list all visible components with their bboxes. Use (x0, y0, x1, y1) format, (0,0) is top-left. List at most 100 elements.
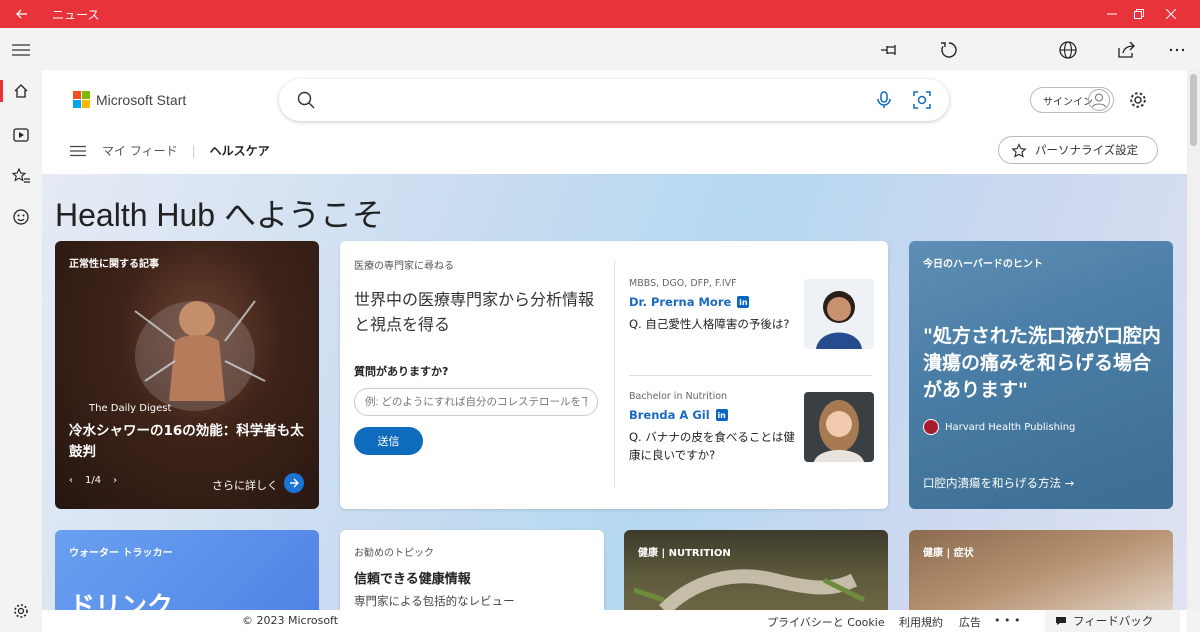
send-button[interactable]: 送信 (354, 427, 423, 455)
title-bar: ニュース (0, 0, 1200, 28)
water-tracker-card[interactable]: ウォーター トラッカー ドリンク (55, 530, 319, 610)
refresh-icon (941, 42, 957, 58)
linkedin-icon[interactable]: in (715, 409, 728, 421)
minimize-icon (1107, 13, 1117, 15)
nav-healthcare[interactable]: ヘルスケア (210, 142, 270, 159)
moon-icon (1007, 43, 1014, 57)
harvard-quote: "処方された洗口液が口腔内潰瘍の痛みを和らげる場合があります" (923, 325, 1161, 401)
back-button[interactable] (0, 0, 44, 28)
topics-label: お勧めのトピック (354, 548, 434, 559)
nav-divider: | (191, 143, 196, 158)
refresh-button[interactable] (937, 38, 961, 62)
chevron-right-icon[interactable]: › (113, 475, 117, 486)
linkedin-icon[interactable]: in (737, 296, 750, 308)
water-big-label: ドリンク (69, 592, 174, 610)
expert-credentials: MBBS, DGO, DFP, F.IVF (629, 278, 737, 289)
featured-next-button[interactable] (284, 473, 304, 493)
divider (614, 261, 615, 487)
ellipsis-icon (1169, 48, 1185, 52)
settings-gear-icon[interactable] (1129, 91, 1147, 109)
expert-question[interactable]: Q. バナナの皮を食べることは健康に良いですか? (629, 428, 804, 464)
topics-card[interactable]: お勧めのトピック 信頼できる健康情報 専門家による包括的なレビュー (340, 530, 604, 610)
featured-more-link[interactable]: さらに詳しく (212, 477, 278, 493)
expert-2[interactable]: Bachelor in Nutrition Brenda A Gil in Q. … (629, 391, 804, 464)
window-title: ニュース (52, 8, 100, 22)
topics-sub: 専門家による包括的なレビュー (354, 594, 515, 608)
site-header: Microsoft Start サインイン マイ フィード | ヘルスケア パー… (42, 70, 1187, 174)
microsoft-start-logo[interactable]: Microsoft Start (73, 91, 186, 108)
expert-credentials: Bachelor in Nutrition (629, 391, 728, 402)
nav-my-feed[interactable]: マイ フィード (102, 142, 178, 159)
brand-name: Microsoft Start (96, 91, 187, 108)
hamburger-menu-button[interactable] (9, 38, 33, 62)
arrow-right-icon (290, 478, 299, 488)
smiley-icon (13, 209, 29, 225)
ask-label: 医療の専門家に尋ねる (354, 261, 454, 272)
menu-icon (12, 44, 30, 56)
symptoms-card[interactable]: 健康 | 症状 (909, 530, 1173, 610)
left-rail (0, 70, 42, 632)
visual-search-icon[interactable] (913, 91, 931, 109)
gear-icon (14, 604, 28, 618)
chevron-left-icon[interactable]: ‹ (69, 475, 73, 486)
ads-link[interactable]: 広告 (959, 614, 981, 630)
harvard-tip-card[interactable]: 今日のハーバードのヒント "処方された洗口液が口腔内潰瘍の痛みを和らげる場合があ… (909, 241, 1173, 509)
nav-menu-icon[interactable] (70, 145, 86, 157)
nutrition-card[interactable]: 健康 | NUTRITION (624, 530, 888, 610)
ask-heading: 世界中の医療専門家から分析情報と視点を得る (354, 290, 595, 334)
terms-link[interactable]: 利用規約 (899, 614, 943, 630)
personalize-button[interactable]: パーソナライズ設定 (998, 136, 1158, 164)
search-icon (297, 91, 315, 109)
topics-title: 信頼できる健康情報 (354, 572, 471, 587)
featured-tag: 正常性に関する記事 (69, 259, 159, 270)
star-sparkle-icon (1011, 143, 1027, 158)
rail-video[interactable] (11, 125, 31, 145)
expert-1[interactable]: MBBS, DGO, DFP, F.IVF Dr. Prerna More in … (629, 278, 804, 333)
question-input[interactable] (354, 388, 598, 416)
microphone-icon[interactable] (877, 91, 891, 109)
pager-count: 1/4 (85, 475, 102, 486)
rail-home[interactable] (11, 81, 31, 101)
more-options-button[interactable] (1165, 38, 1189, 62)
ask-expert-card: 医療の専門家に尋ねる 世界中の医療専門家から分析情報と視点を得る 質問があります… (340, 241, 888, 509)
food-photo (633, 569, 866, 610)
user-avatar-icon (1088, 89, 1110, 111)
rail-settings[interactable] (11, 601, 31, 621)
rail-entertainment[interactable] (11, 207, 31, 227)
personalize-label: パーソナライズ設定 (1035, 143, 1139, 157)
featured-headline[interactable]: 冷水シャワーの16の効能：科学者も太鼓判 (69, 421, 309, 463)
more-links-button[interactable]: • • • (994, 614, 1020, 627)
active-indicator (0, 80, 3, 102)
close-button[interactable] (1149, 0, 1193, 28)
expert-name[interactable]: Dr. Prerna More (629, 295, 731, 309)
splash-photo (134, 300, 266, 411)
harvard-link[interactable]: 口腔内潰瘍を和らげる方法 → (923, 475, 1074, 491)
feedback-icon (1056, 617, 1066, 625)
feedback-label: フィードバック (1073, 614, 1154, 628)
main-content: Microsoft Start サインイン マイ フィード | ヘルスケア パー… (42, 70, 1187, 610)
hub-title: Health Hub へようこそ (55, 197, 384, 233)
expert-name[interactable]: Brenda A Gil (629, 408, 710, 422)
symptoms-tag: 健康 | 症状 (923, 548, 974, 559)
search-box[interactable] (279, 79, 949, 121)
language-button[interactable] (1056, 38, 1080, 62)
search-input[interactable] (323, 89, 853, 111)
signin-button[interactable]: サインイン (1030, 87, 1114, 113)
nutrition-tag: 健康 | NUTRITION (638, 548, 731, 559)
pin-icon (881, 45, 896, 55)
featured-source: The Daily Digest (89, 403, 172, 414)
home-icon (14, 84, 28, 98)
dark-mode-button[interactable] (997, 38, 1021, 62)
share-button[interactable] (1115, 38, 1139, 62)
harvard-tag: 今日のハーバードのヒント (923, 259, 1043, 270)
water-tag: ウォーター トラッカー (69, 548, 173, 559)
close-icon (1166, 9, 1176, 19)
feedback-button[interactable]: フィードバック (1045, 610, 1180, 632)
featured-article-card[interactable]: 正常性に関する記事 The Daily Digest 冷水シャワーの16の効能：… (55, 241, 319, 509)
pin-button[interactable] (878, 38, 902, 62)
rail-following[interactable] (11, 166, 31, 186)
scrollbar-thumb[interactable] (1190, 74, 1197, 146)
expert-question[interactable]: Q. 自己愛性人格障害の予後は? (629, 315, 804, 333)
vertical-scrollbar[interactable] (1187, 70, 1200, 610)
privacy-link[interactable]: プライバシーと Cookie (767, 614, 885, 630)
